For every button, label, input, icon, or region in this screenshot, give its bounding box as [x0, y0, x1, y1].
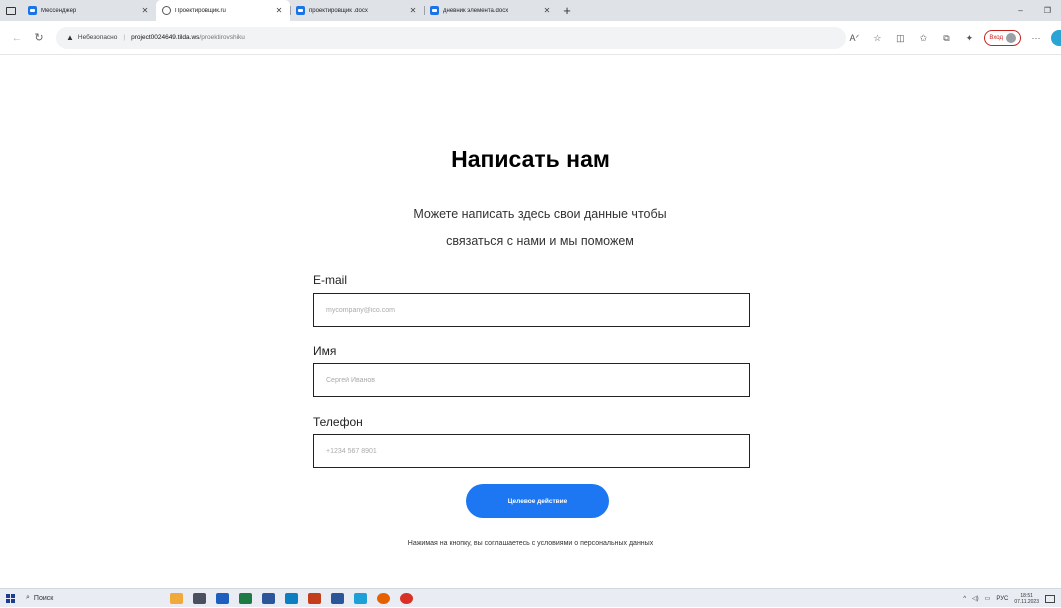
tab-close-icon[interactable]: ✕ [274, 6, 284, 15]
calculator-icon[interactable] [262, 592, 275, 604]
collections-icon[interactable]: ⧉ [938, 33, 954, 44]
tab-messenger[interactable]: Мессенджер ✕ [22, 0, 156, 21]
tab-title: Мессенджер [41, 7, 77, 14]
restore-button[interactable]: ❐ [1034, 0, 1061, 21]
volume-icon[interactable]: ◁) [972, 595, 979, 602]
read-aloud-icon[interactable]: A͏ᐟ [846, 33, 862, 44]
tab-title: дневник элемента.docx [443, 7, 509, 14]
avatar-icon [1006, 33, 1016, 43]
clock[interactable]: 18:51 07.11.2023 [1014, 593, 1039, 605]
clock-date: 07.11.2023 [1014, 598, 1039, 605]
new-tab-button[interactable]: + [558, 0, 576, 21]
name-input[interactable] [326, 376, 737, 384]
phone-label: Телефон [313, 415, 363, 429]
address-separator: | [123, 34, 126, 41]
powerpoint-icon[interactable] [308, 592, 321, 604]
tab-docx-proektirovshik[interactable]: проектировщик .docx ✕ [290, 0, 424, 21]
tab-title: проектировщик .docx [309, 7, 368, 14]
site-favicon-icon [162, 6, 171, 15]
word-icon[interactable] [331, 592, 344, 604]
edge-icon[interactable] [285, 592, 298, 604]
tab-close-icon[interactable]: ✕ [542, 6, 552, 15]
submit-button[interactable]: Целевое действие [466, 484, 609, 518]
taskbar-apps [170, 592, 413, 604]
start-button[interactable] [0, 589, 20, 608]
notifications-icon[interactable] [1045, 594, 1055, 603]
name-label: Имя [313, 344, 337, 358]
file-explorer-icon[interactable] [216, 592, 229, 604]
reload-button[interactable]: ↻ [28, 27, 50, 49]
system-tray: ^ ◁) ▭ РУС 18:51 07.11.2023 [963, 589, 1055, 608]
email-label: E-mail [313, 273, 348, 287]
windows-taskbar: ⌕ Поиск ^ ◁) ▭ РУС 18:51 07.11.2023 [0, 588, 1061, 607]
consent-text: Нажимая на кнопку, вы соглашаетесь с усл… [407, 540, 654, 547]
login-label: Вход [989, 35, 1003, 41]
browser-tab-strip: Мессенджер ✕ Проектировщик.ru ✕ проектир… [0, 0, 1061, 21]
tab-close-icon[interactable]: ✕ [408, 6, 418, 15]
browser-toolbar: ← ↻ ▲ Небезопасно | project0024649.tilda… [0, 21, 1061, 55]
tab-close-icon[interactable]: ✕ [140, 6, 150, 15]
back-button[interactable]: ← [6, 27, 28, 49]
more-menu-icon[interactable]: ··· [1028, 33, 1044, 43]
workspaces-button[interactable] [0, 0, 22, 21]
favorites-icon[interactable]: ✩ [915, 33, 931, 44]
page-title: Написать нам [451, 146, 610, 172]
minimize-button[interactable]: – [1007, 0, 1034, 21]
window-controls: – ❐ [1007, 0, 1061, 21]
edge-dev-icon[interactable] [354, 592, 367, 604]
url-host: project0024649.tilda.ws [131, 34, 200, 41]
profile-login-button[interactable]: Вход [984, 30, 1021, 46]
network-icon[interactable]: ▭ [985, 595, 991, 602]
search-label: Поиск [33, 594, 54, 602]
weather-widget-icon[interactable] [170, 592, 183, 604]
tray-chevron-icon[interactable]: ^ [963, 596, 966, 602]
page-subtitle: Можете написать здесь свои данные чтобы … [413, 207, 667, 248]
docs-favicon-icon [430, 6, 439, 15]
security-status: Небезопасно [77, 34, 118, 41]
toolbar-icons: A͏ᐟ ☆ ◫ ✩ ⧉ ✦ Вход ··· [846, 21, 1061, 55]
phone-input[interactable] [326, 447, 737, 455]
tab-title: Проектировщик.ru [175, 7, 226, 14]
url-path: /proektirovshiku [199, 34, 245, 41]
back-arrow-icon: ← [11, 31, 23, 44]
docs-favicon-icon [296, 6, 305, 15]
extensions-icon[interactable]: ✦ [961, 33, 977, 44]
copilot-icon[interactable] [1051, 30, 1061, 46]
windows-logo-icon [5, 593, 15, 603]
taskbar-search[interactable]: ⌕ Поиск [20, 589, 110, 608]
page-content: Написать нам Можете написать здесь свои … [0, 56, 1061, 588]
name-field[interactable] [313, 363, 750, 397]
reload-icon: ↻ [34, 32, 44, 44]
excel-icon[interactable] [239, 592, 252, 604]
workspaces-icon [6, 6, 16, 15]
firefox-icon[interactable] [377, 592, 390, 604]
yandex-icon[interactable] [400, 592, 413, 604]
task-view-icon[interactable] [193, 592, 206, 604]
email-input[interactable] [326, 306, 737, 314]
address-bar[interactable]: ▲ Небезопасно | project0024649.tilda.ws /… [56, 26, 846, 49]
tab-docx-dnevnik[interactable]: дневник элемента.docx ✕ [424, 0, 558, 21]
messenger-favicon-icon [28, 6, 37, 15]
split-screen-icon[interactable]: ◫ [892, 33, 908, 44]
phone-field[interactable] [313, 434, 750, 468]
favorite-star-icon[interactable]: ☆ [869, 33, 885, 44]
email-field[interactable] [313, 293, 750, 327]
search-icon: ⌕ [26, 594, 30, 601]
language-indicator[interactable]: РУС [996, 596, 1008, 602]
tab-proektirovshik[interactable]: Проектировщик.ru ✕ [156, 0, 290, 21]
warning-icon: ▲ [66, 33, 74, 42]
